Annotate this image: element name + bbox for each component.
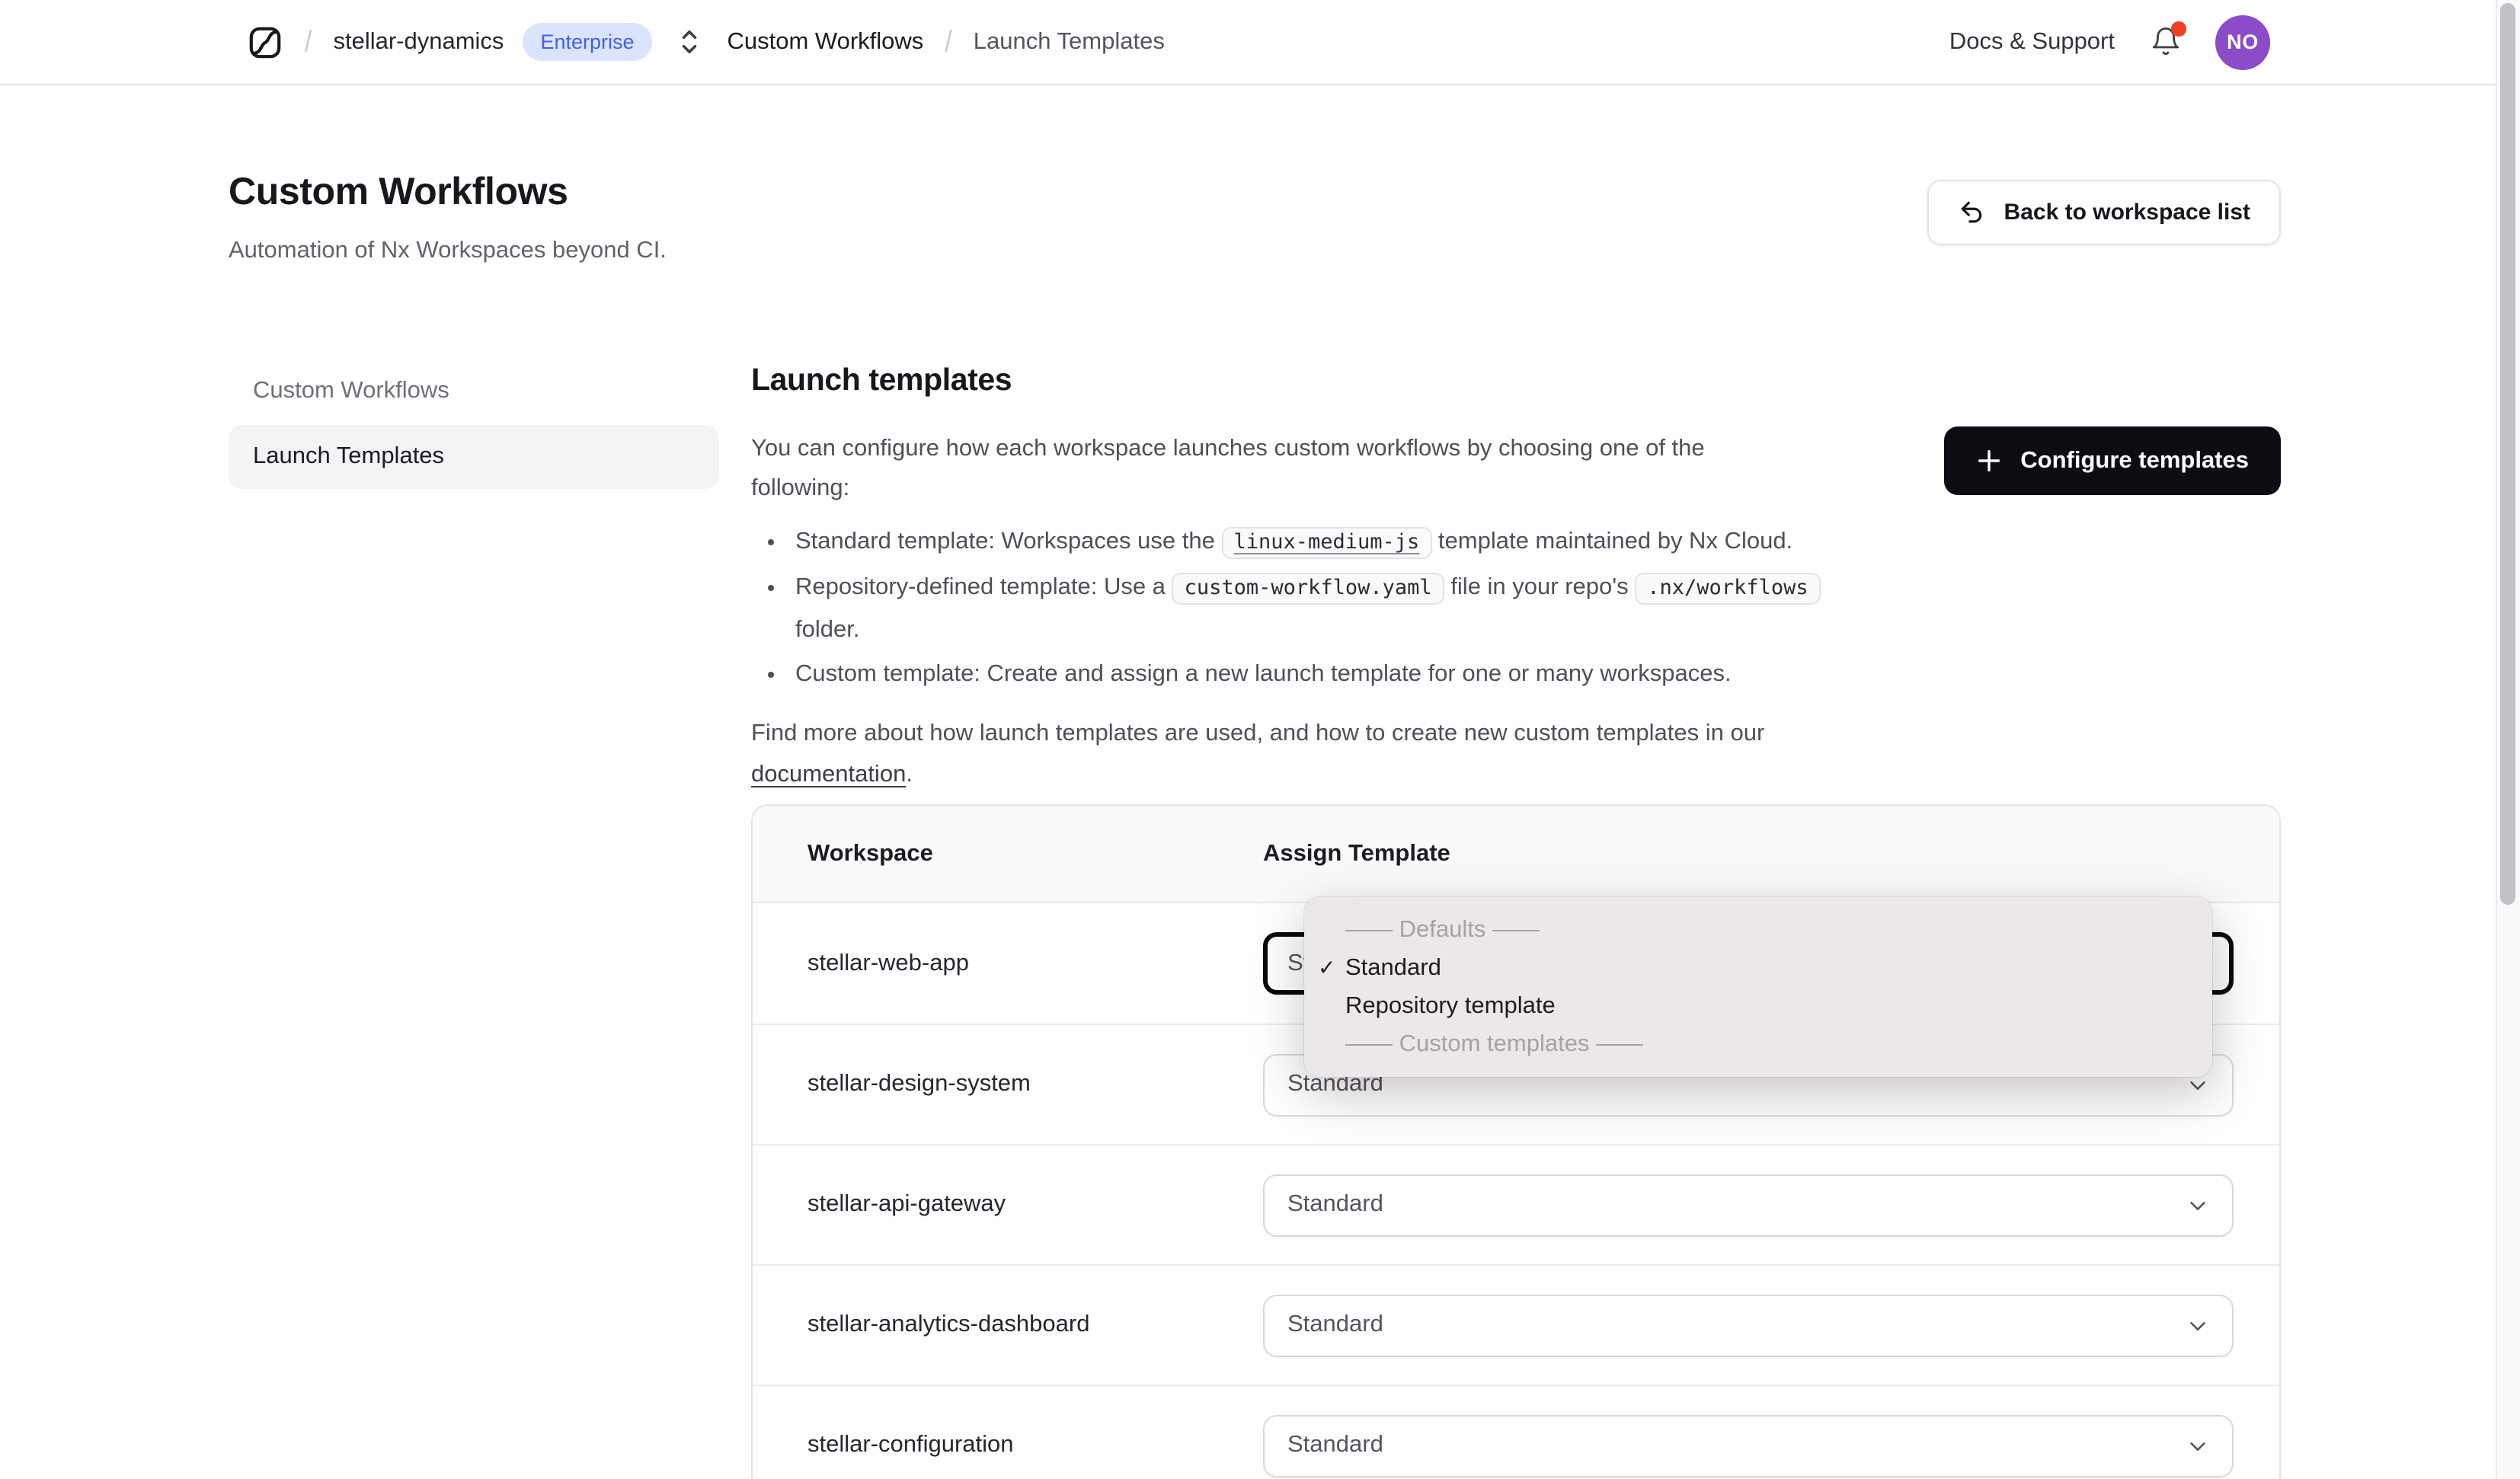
sidebar-item-custom-workflows[interactable]: Custom Workflows — [229, 363, 719, 420]
workspace-name: stellar-api-gateway — [807, 1191, 1006, 1217]
breadcrumb-section[interactable]: Custom Workflows — [728, 28, 924, 56]
page-scrollbar[interactable] — [2496, 0, 2520, 1479]
header-actions: Docs & Support NO — [1949, 14, 2270, 69]
table-row: stellar-api-gateway Standard — [753, 1144, 2279, 1264]
scrollbar-thumb[interactable] — [2500, 3, 2515, 905]
nx-cloud-logo-icon[interactable] — [247, 24, 283, 60]
dropdown-option-repository-template[interactable]: Repository template — [1304, 987, 2212, 1025]
dropdown-group-defaults: —— Defaults —— — [1345, 917, 1540, 943]
back-to-workspace-list-button[interactable]: Back to workspace list — [1927, 180, 2281, 245]
main-content: Custom Workflows Automation of Nx Worksp… — [0, 171, 2520, 1479]
template-dropdown-menu: —— Defaults —— ✓ Standard Repository templa… — [1304, 897, 2212, 1077]
template-select[interactable]: Standard — [1263, 1174, 2234, 1236]
column-header-workspace: Workspace — [807, 840, 933, 866]
column-header-assign-template: Assign Template — [1263, 840, 1450, 866]
user-avatar[interactable]: NO — [2215, 14, 2270, 69]
breadcrumb-page[interactable]: Launch Templates — [974, 28, 1165, 56]
list-item: Standard template: Workspaces use the li… — [791, 521, 1848, 564]
documentation-link[interactable]: documentation — [751, 762, 906, 787]
code-linux-medium-js: linux-medium-js — [1221, 527, 1432, 559]
sidebar-item-launch-templates[interactable]: Launch Templates — [229, 425, 719, 489]
table-row: stellar-configuration Standard — [753, 1385, 2279, 1479]
workspace-name: stellar-analytics-dashboard — [807, 1311, 1090, 1337]
selected-template-label: Standard — [1287, 1432, 1383, 1458]
app-root: / stellar-dynamics Enterprise Custom Wor… — [0, 0, 2520, 1479]
chevron-down-icon — [2190, 1200, 2205, 1209]
workspace-name: stellar-web-app — [807, 950, 969, 976]
check-icon: ✓ — [1318, 955, 1336, 979]
docs-support-link[interactable]: Docs & Support — [1949, 28, 2115, 56]
workspace-name: stellar-design-system — [807, 1071, 1031, 1097]
list-item: Custom template: Create and assign a new… — [791, 653, 1848, 695]
assign-template-cell: Standard — [1263, 1414, 2279, 1477]
return-arrow-icon — [1959, 198, 1988, 227]
section-heading: Launch templates — [751, 363, 1012, 398]
template-options-list: Standard template: Workspaces use the li… — [751, 521, 1848, 695]
notification-dot — [2171, 21, 2186, 36]
code-custom-workflow-yaml: custom-workflow.yaml — [1172, 573, 1444, 605]
dropdown-group-custom-templates: —— Custom templates —— — [1345, 1031, 1644, 1057]
workspace-name: stellar-configuration — [807, 1432, 1014, 1458]
selected-template-label: Standard — [1287, 1311, 1383, 1337]
chevron-down-icon — [2190, 1441, 2205, 1450]
enterprise-badge: Enterprise — [522, 23, 653, 61]
breadcrumb-separator: / — [945, 24, 952, 58]
breadcrumb-org[interactable]: stellar-dynamics — [333, 28, 504, 56]
find-more-text: Find more about how launch templates are… — [751, 720, 1765, 787]
back-button-label: Back to workspace list — [2004, 200, 2250, 225]
notifications-bell-icon[interactable] — [2148, 21, 2186, 59]
settings-sidebar: Custom Workflows Launch Templates — [229, 363, 719, 494]
section-intro: You can configure how each workspace lau… — [751, 436, 1705, 501]
top-bar: / stellar-dynamics Enterprise Custom Wor… — [0, 0, 2520, 85]
plus-icon — [1976, 448, 2002, 474]
template-select[interactable]: Standard — [1263, 1414, 2234, 1477]
code-nx-workflows: .nx/workflows — [1635, 573, 1821, 605]
selected-template-label: Standard — [1287, 1191, 1383, 1217]
breadcrumb: / stellar-dynamics Enterprise Custom Wor… — [247, 23, 1165, 61]
breadcrumb-separator: / — [305, 24, 312, 58]
chevron-down-icon — [2190, 1321, 2205, 1330]
assign-template-cell: Standard — [1263, 1174, 2279, 1236]
page-header: Custom Workflows Automation of Nx Worksp… — [229, 171, 2281, 265]
configure-button-label: Configure templates — [2020, 447, 2249, 473]
table-row: stellar-analytics-dashboard Standard — [753, 1264, 2279, 1385]
template-select[interactable]: Standard — [1263, 1294, 2234, 1356]
dropdown-option-standard[interactable]: ✓ Standard — [1304, 949, 2212, 987]
workspace-switcher-icon[interactable] — [680, 29, 700, 55]
table-header-row: Workspace Assign Template — [753, 806, 2279, 903]
assign-template-cell: Standard — [1263, 1294, 2279, 1356]
configure-templates-button[interactable]: Configure templates — [1944, 426, 2281, 495]
list-item: Repository-defined template: Use a custo… — [791, 567, 1848, 650]
